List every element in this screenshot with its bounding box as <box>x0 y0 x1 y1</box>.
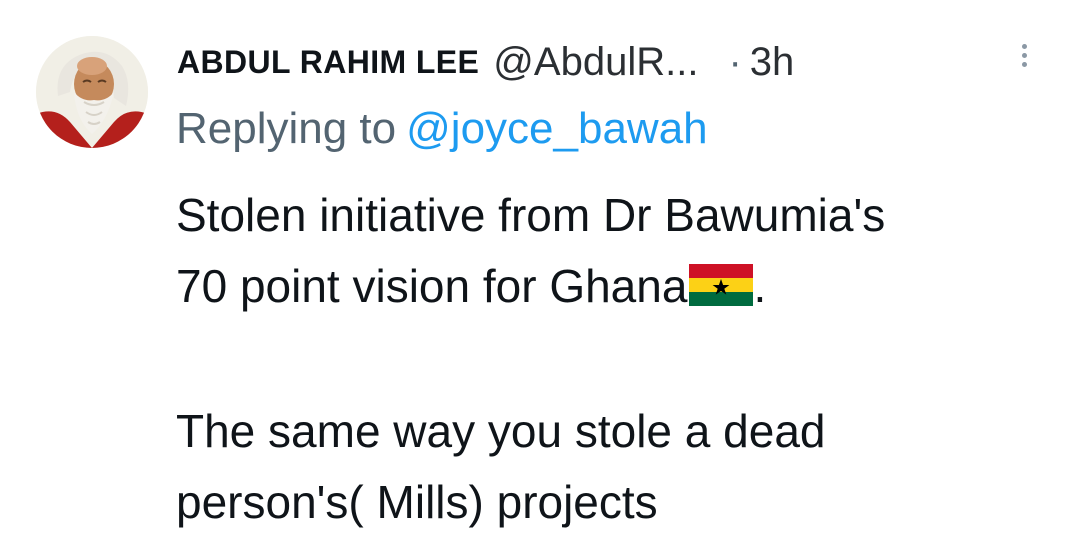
ghana-flag-icon <box>689 264 754 306</box>
replying-to-label: Replying to <box>176 104 397 153</box>
tweet-header: ABDUL RAHIM LEE @AbdulR... · 3h <box>177 34 794 90</box>
author-name[interactable]: ABDUL RAHIM LEE <box>177 44 479 81</box>
tweet-timestamp[interactable]: 3h <box>750 40 795 85</box>
tweet[interactable]: ABDUL RAHIM LEE @AbdulR... · 3h Replying… <box>0 0 1080 544</box>
tweet-text-line: The same way you stole a dead <box>176 405 826 457</box>
tweet-text-fragment: 70 point vision for Ghana <box>176 260 688 312</box>
header-separator: · <box>728 39 742 84</box>
author-handle[interactable]: @AbdulR... <box>493 40 698 85</box>
tweet-text-line: person's( Mills) projects <box>176 476 658 528</box>
tweet-text-line: 70 point vision for Ghana . <box>176 251 1056 322</box>
replying-to: Replying to @joyce_bawah <box>176 104 708 154</box>
avatar-image <box>36 36 148 148</box>
more-options-icon[interactable] <box>1012 40 1036 80</box>
tweet-text-fragment: . <box>753 260 767 312</box>
replying-to-mention[interactable]: @joyce_bawah <box>406 104 708 153</box>
tweet-text-line: Stolen initiative from Dr Bawumia's <box>176 189 886 241</box>
tweet-text: Stolen initiative from Dr Bawumia's 70 p… <box>176 180 1056 538</box>
avatar[interactable] <box>36 36 148 148</box>
